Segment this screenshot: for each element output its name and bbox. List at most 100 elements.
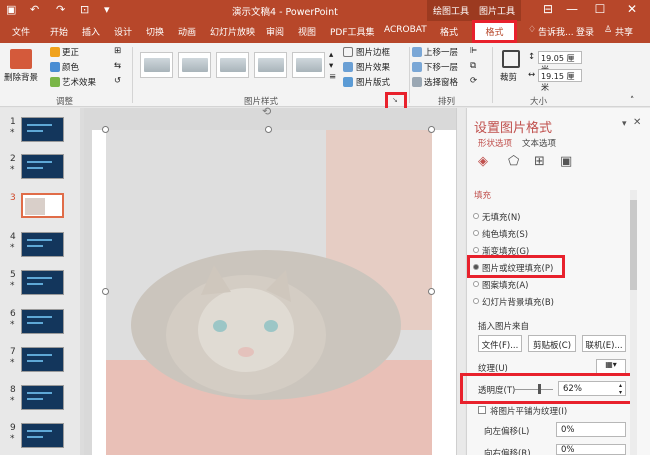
size-properties-icon[interactable]: ⊞ xyxy=(534,154,545,169)
picture-icon[interactable]: ▣ xyxy=(560,154,572,169)
picture-style-3[interactable] xyxy=(216,52,249,78)
pane-close-icon[interactable]: ✕ xyxy=(633,117,641,128)
redo-icon[interactable]: ↷ xyxy=(56,3,65,16)
gallery-down-icon[interactable]: ▾ xyxy=(329,61,333,71)
fill-option-label[interactable]: 纯色填充(S) xyxy=(482,228,528,240)
group-icon[interactable]: ⧉ xyxy=(470,61,476,71)
crop-button[interactable]: 裁剪 xyxy=(500,71,517,83)
slide-thumbnail[interactable] xyxy=(21,309,64,334)
gallery-up-icon[interactable]: ▴ xyxy=(329,50,333,60)
slide-thumbnail[interactable] xyxy=(21,117,64,142)
maximize-button[interactable]: ☐ xyxy=(590,2,610,16)
tab-format-drawing[interactable]: 格式 xyxy=(440,25,458,38)
tab-animations[interactable]: 动画 xyxy=(178,25,196,38)
fill-option-label[interactable]: 幻灯片背景填充(B) xyxy=(482,296,554,308)
fill-radio[interactable] xyxy=(473,281,479,287)
cat-photo[interactable] xyxy=(106,130,432,455)
tile-checkbox[interactable] xyxy=(478,406,486,414)
width-icon: ↔ xyxy=(528,70,536,80)
slide-thumbnail[interactable] xyxy=(21,347,64,372)
pane-scroll-thumb[interactable] xyxy=(630,200,637,290)
start-slideshow-icon[interactable]: ⊡ xyxy=(80,3,89,16)
picture-style-1[interactable] xyxy=(140,52,173,78)
slide-thumbnail[interactable] xyxy=(21,193,64,218)
undo-icon[interactable]: ↶ xyxy=(30,3,39,16)
resize-handle[interactable] xyxy=(265,126,272,133)
pane-menu-icon[interactable]: ▾ xyxy=(622,119,627,129)
offset-left-input[interactable]: 0% xyxy=(556,422,626,437)
share-icon[interactable]: ♙ xyxy=(604,25,612,35)
change-picture-icon[interactable]: ⇆ xyxy=(114,61,121,71)
tab-insert[interactable]: 插入 xyxy=(82,25,100,38)
picture-border-button[interactable]: 图片边框 xyxy=(356,46,390,58)
tab-slideshow[interactable]: 幻灯片放映 xyxy=(210,25,255,38)
picture-style-4[interactable] xyxy=(254,52,287,78)
minimize-button[interactable]: — xyxy=(562,2,582,16)
fill-radio[interactable] xyxy=(473,247,479,253)
ribbon-display-icon[interactable]: ⊟ xyxy=(538,2,558,16)
effects-icon[interactable]: ⬠ xyxy=(508,154,519,169)
tab-view[interactable]: 视图 xyxy=(298,25,316,38)
slide-number: 7 xyxy=(10,347,16,357)
tab-pdf-tools[interactable]: PDF工具集 xyxy=(330,25,375,38)
remove-background-button[interactable]: 删除背景 xyxy=(4,71,38,83)
crop-icon[interactable] xyxy=(502,50,520,68)
tab-transitions[interactable]: 切换 xyxy=(146,25,164,38)
height-input[interactable]: 19.05 厘米 xyxy=(538,51,582,74)
remove-background-icon[interactable] xyxy=(10,49,32,69)
tab-review[interactable]: 审阅 xyxy=(266,25,284,38)
fill-radio[interactable] xyxy=(473,298,479,304)
share-button[interactable]: 共享 xyxy=(615,25,633,38)
fill-section-title[interactable]: 填充 xyxy=(474,189,491,201)
tab-design[interactable]: 设计 xyxy=(114,25,132,38)
login-link[interactable]: 登录 xyxy=(576,25,594,38)
tab-acrobat[interactable]: ACROBAT xyxy=(384,25,427,35)
tell-me-search[interactable]: 告诉我... xyxy=(538,25,574,38)
save-icon[interactable]: ▣ xyxy=(6,3,16,16)
width-input[interactable]: 19.15 厘米 xyxy=(538,69,582,92)
offset-right-input[interactable]: 0% xyxy=(556,444,626,455)
texture-dropdown[interactable]: ▦▾ xyxy=(596,359,626,374)
picture-style-2[interactable] xyxy=(178,52,211,78)
collapse-ribbon-icon[interactable]: ˄ xyxy=(630,96,634,106)
fill-radio[interactable] xyxy=(473,230,479,236)
rotate-icon[interactable]: ⟳ xyxy=(470,76,477,86)
align-icon[interactable]: ⊫ xyxy=(470,46,477,56)
art-effects-button[interactable]: 艺术效果 xyxy=(62,76,96,88)
bring-forward-button[interactable]: 上移一层 xyxy=(424,46,458,58)
resize-handle[interactable] xyxy=(102,288,109,295)
slide-thumbnail[interactable] xyxy=(21,423,64,448)
slide-thumbnail[interactable] xyxy=(21,154,64,179)
close-button[interactable]: ✕ xyxy=(622,2,642,16)
tab-home[interactable]: 开始 xyxy=(50,25,68,38)
highlight-format-tab xyxy=(472,20,517,43)
send-backward-button[interactable]: 下移一层 xyxy=(424,61,458,73)
gallery-more-icon[interactable]: ≡ xyxy=(329,72,336,82)
reset-picture-icon[interactable]: ↺ xyxy=(114,76,121,86)
customize-qat-icon[interactable]: ▾ xyxy=(104,3,110,16)
slide-thumbnail[interactable] xyxy=(21,232,64,257)
pane-tab-text[interactable]: 文本选项 xyxy=(522,137,556,149)
color-button[interactable]: 颜色 xyxy=(62,61,79,73)
fill-line-icon[interactable]: ◈ xyxy=(478,154,488,169)
selection-pane-button[interactable]: 选择窗格 xyxy=(424,76,458,88)
fill-option-label[interactable]: 图案填充(A) xyxy=(482,279,528,291)
picture-style-5[interactable] xyxy=(292,52,325,78)
fill-option-label[interactable]: 无填充(N) xyxy=(482,211,521,223)
compress-icon[interactable]: ⊞ xyxy=(114,46,121,56)
insert-clipboard-button[interactable]: 剪贴板(C) xyxy=(528,335,576,352)
insert-file-button[interactable]: 文件(F)... xyxy=(478,335,522,352)
picture-layout-button[interactable]: 图片版式 xyxy=(356,76,390,88)
insert-online-button[interactable]: 联机(E)... xyxy=(582,335,626,352)
slide-thumbnail[interactable] xyxy=(21,270,64,295)
fill-radio[interactable] xyxy=(473,213,479,219)
resize-handle[interactable] xyxy=(102,126,109,133)
picture-effects-button[interactable]: 图片效果 xyxy=(356,61,390,73)
rotate-handle-icon[interactable]: ⟲ xyxy=(262,105,271,118)
tab-file[interactable]: 文件 xyxy=(12,25,30,38)
resize-handle[interactable] xyxy=(428,288,435,295)
correct-button[interactable]: 更正 xyxy=(62,46,79,58)
slide-thumbnail[interactable] xyxy=(21,385,64,410)
pane-tab-shape[interactable]: 形状选项 xyxy=(478,137,512,149)
resize-handle[interactable] xyxy=(428,126,435,133)
